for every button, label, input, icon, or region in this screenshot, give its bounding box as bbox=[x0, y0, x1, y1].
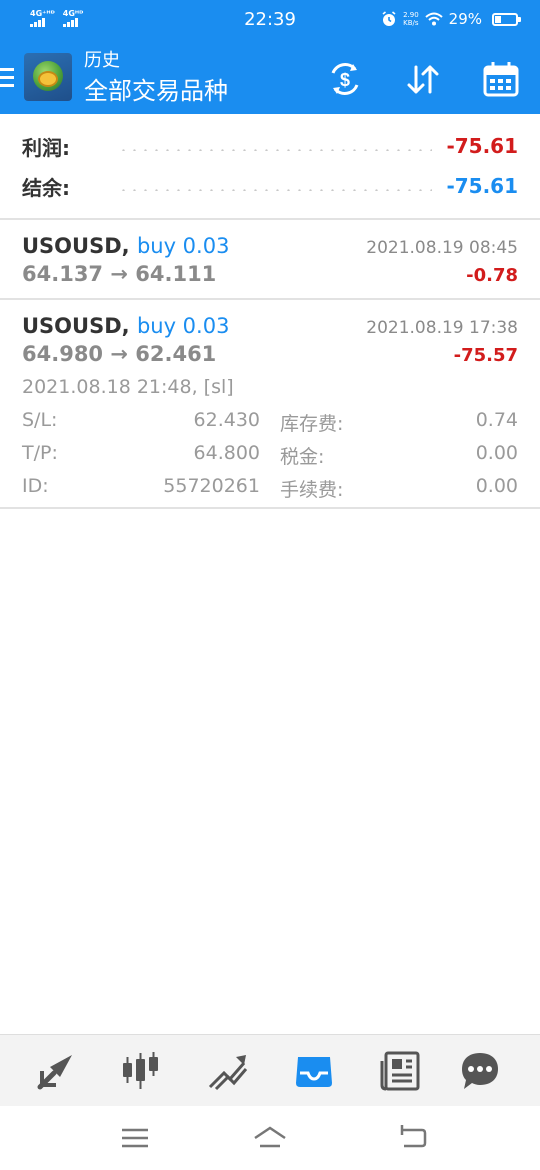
battery-icon bbox=[492, 12, 521, 26]
sl-label: S/L: bbox=[22, 409, 58, 431]
deal-prices: 64.980 → 62.461 bbox=[22, 342, 217, 366]
speed-unit: KB/s bbox=[403, 19, 419, 27]
dotted-leader bbox=[118, 189, 433, 191]
sl-value: 62.430 bbox=[193, 409, 260, 431]
symbol-name: USOUSD, bbox=[22, 314, 130, 338]
news-icon[interactable] bbox=[378, 1049, 422, 1093]
tax-label: 税金: bbox=[280, 446, 325, 468]
currency-exchange-icon[interactable]: $ bbox=[325, 59, 365, 99]
trade-icon[interactable] bbox=[206, 1049, 250, 1093]
profit-label: 利润: bbox=[22, 135, 70, 160]
network-speed: 2.90 KB/s bbox=[403, 11, 419, 27]
detail-row-sl: S/L: 62.430 库存费: 0.74 bbox=[22, 409, 518, 435]
page-title: 历史 bbox=[84, 50, 120, 71]
recent-apps-icon[interactable] bbox=[117, 1122, 153, 1154]
tp-value: 64.800 bbox=[193, 442, 260, 464]
dotted-leader bbox=[118, 149, 433, 151]
deal-time: 2021.08.19 17:38 bbox=[366, 318, 518, 338]
detail-row-tp: T/P: 64.800 税金: 0.00 bbox=[22, 442, 518, 468]
deal-symbol: USOUSD, buy 0.03 bbox=[22, 234, 229, 258]
app-bar: 历史 全部交易品种 $ bbox=[0, 40, 540, 114]
svg-text:$: $ bbox=[340, 70, 350, 90]
app-logo[interactable] bbox=[24, 53, 72, 101]
deal-side-volume: buy 0.03 bbox=[136, 234, 230, 258]
chart-icon[interactable] bbox=[118, 1049, 162, 1093]
symbol-filter[interactable]: 全部交易品种 bbox=[84, 76, 228, 106]
gold-bar-shape bbox=[38, 71, 58, 87]
commission-label: 手续费: bbox=[280, 479, 344, 501]
balance-row: 结余: -75.61 bbox=[22, 166, 518, 206]
history-icon[interactable] bbox=[292, 1049, 336, 1093]
detail-row-id: ID: 55720261 手续费: 0.00 bbox=[22, 475, 518, 501]
quotes-icon[interactable] bbox=[34, 1049, 78, 1093]
bottom-tab-bar bbox=[0, 1034, 540, 1106]
swap-value: 0.74 bbox=[475, 409, 518, 431]
deal-row[interactable]: USOUSD, buy 0.03 64.980 → 62.461 2021.08… bbox=[0, 300, 540, 509]
menu-icon[interactable] bbox=[0, 68, 14, 88]
wifi-icon bbox=[424, 12, 443, 26]
chat-icon[interactable] bbox=[458, 1049, 502, 1093]
deal-symbol: USOUSD, buy 0.03 bbox=[22, 314, 229, 338]
id-value: 55720261 bbox=[163, 475, 260, 497]
deal-profit: -0.78 bbox=[466, 265, 518, 286]
tp-label: T/P: bbox=[22, 442, 58, 464]
balance-value: -75.61 bbox=[446, 174, 518, 198]
sort-icon[interactable] bbox=[403, 59, 443, 99]
battery-level bbox=[495, 15, 502, 23]
home-icon[interactable] bbox=[252, 1122, 288, 1154]
commission-value: 0.00 bbox=[475, 475, 518, 497]
alarm-icon bbox=[382, 11, 396, 26]
deal-open-info: 2021.08.18 21:48, [sl] bbox=[22, 376, 234, 398]
back-icon[interactable] bbox=[394, 1122, 430, 1154]
deal-profit: -75.57 bbox=[453, 345, 518, 366]
symbol-name: USOUSD, bbox=[22, 234, 130, 258]
profit-value: -75.61 bbox=[446, 134, 518, 158]
deal-side-volume: buy 0.03 bbox=[136, 314, 230, 338]
system-nav-bar bbox=[0, 1106, 540, 1170]
deal-row[interactable]: USOUSD, buy 0.03 64.137 → 64.111 2021.08… bbox=[0, 220, 540, 300]
id-label: ID: bbox=[22, 475, 49, 497]
battery-percent: 29% bbox=[448, 10, 482, 28]
calendar-icon[interactable] bbox=[481, 59, 521, 99]
balance-label: 结余: bbox=[22, 175, 70, 200]
profit-row: 利润: -75.61 bbox=[22, 126, 518, 166]
deal-time: 2021.08.19 08:45 bbox=[366, 238, 518, 258]
swap-label: 库存费: bbox=[280, 413, 344, 435]
status-icons: 2.90 KB/s 29% bbox=[381, 10, 521, 28]
status-bar: 4G⁺ᴴᴰ 4Gᴴᴰ 22:39 2.90 KB/s 29% bbox=[0, 0, 540, 40]
tax-value: 0.00 bbox=[475, 442, 518, 464]
history-summary: 利润: -75.61 结余: -75.61 bbox=[0, 114, 540, 220]
deal-prices: 64.137 → 64.111 bbox=[22, 262, 217, 286]
speed-value: 2.90 bbox=[403, 11, 419, 19]
